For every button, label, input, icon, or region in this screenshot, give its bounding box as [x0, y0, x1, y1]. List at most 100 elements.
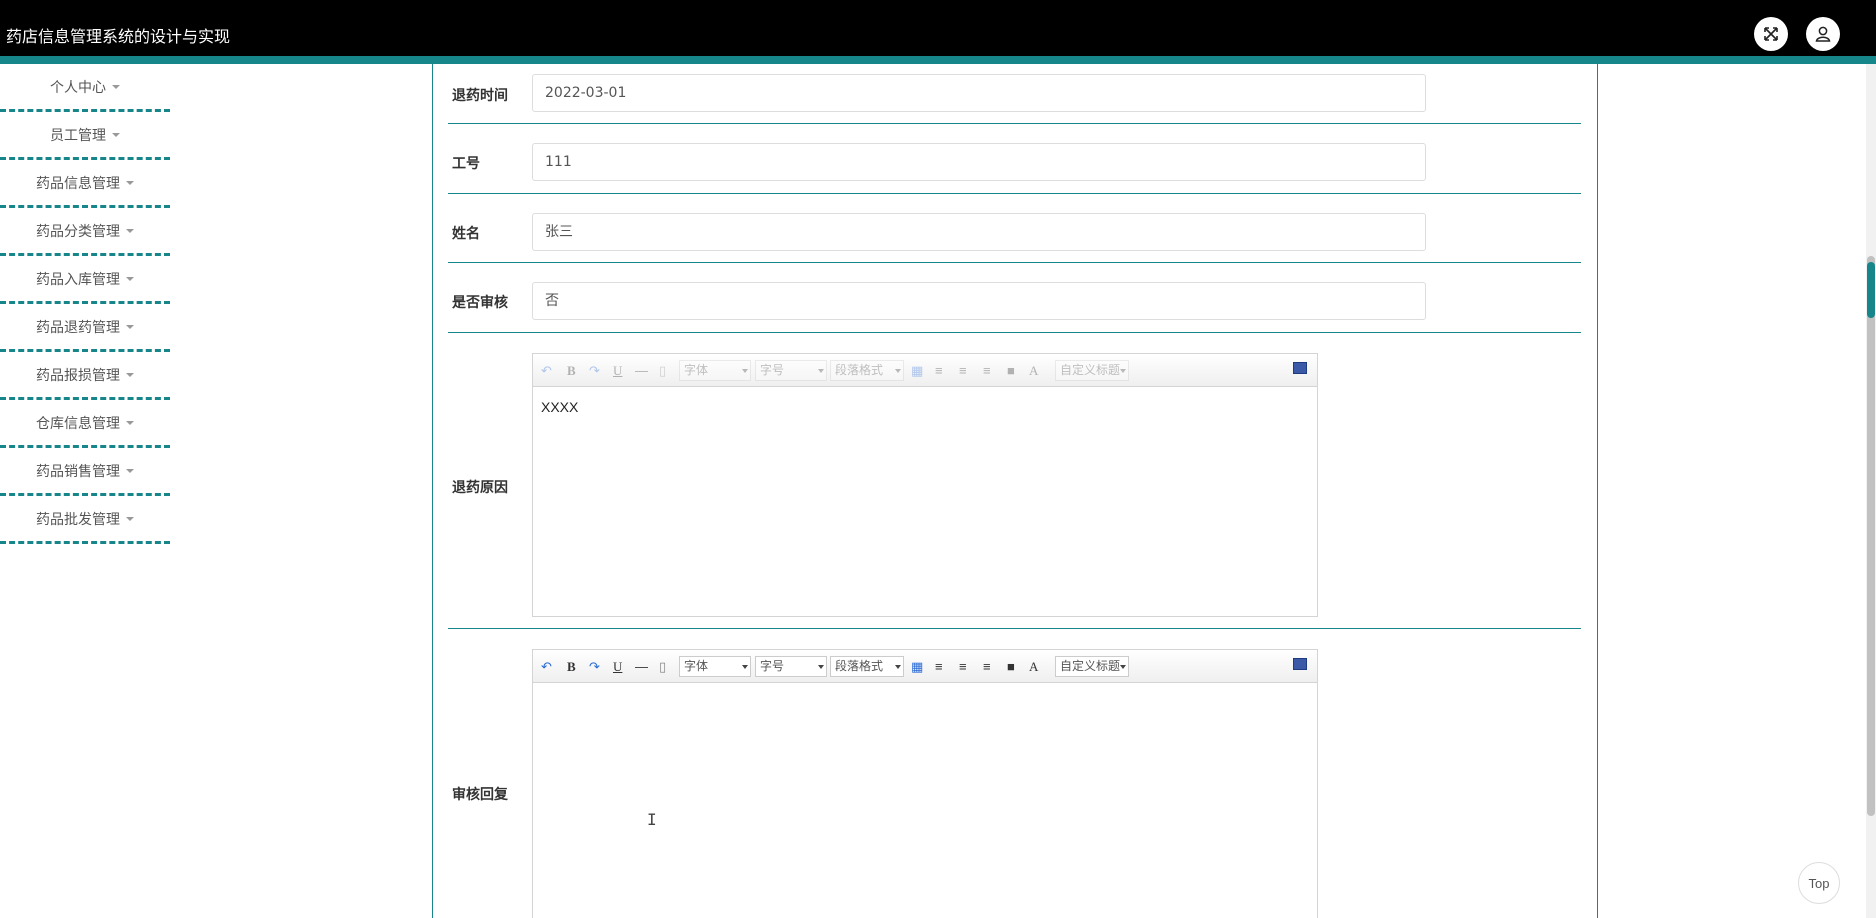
align-right-icon[interactable]: ≡ — [959, 658, 967, 675]
sidebar-item-warehouse[interactable]: 仓库信息管理 — [0, 400, 170, 448]
align-center-icon: ≡ — [983, 363, 991, 378]
review-reply-content[interactable] — [533, 683, 1317, 707]
font-size-select[interactable]: 字号 — [755, 656, 827, 677]
justify-icon: ■ — [1007, 363, 1015, 378]
undo-icon[interactable]: ↶ — [541, 658, 552, 675]
paragraph-select: 段落格式 — [830, 360, 904, 381]
text-cursor-icon: I — [647, 810, 657, 829]
sidebar-item-label: 药品报损管理 — [36, 367, 120, 384]
employee-id-field[interactable]: 111 — [532, 143, 1426, 181]
justify-icon[interactable]: ■ — [1007, 658, 1015, 675]
top-bar-accent — [0, 56, 1876, 64]
sidebar-item-drug-sales[interactable]: 药品销售管理 — [0, 448, 170, 496]
align-right-icon: ≡ — [959, 363, 967, 378]
fullscreen-button[interactable] — [1754, 17, 1788, 51]
chevron-down-icon — [742, 665, 748, 669]
sidebar-item-label: 药品信息管理 — [36, 175, 120, 192]
field-label: 审核回复 — [452, 787, 508, 803]
document-icon[interactable]: ▯ — [659, 658, 666, 675]
sidebar-item-label: 员工管理 — [50, 127, 106, 144]
chevron-down-icon — [895, 665, 901, 669]
field-label: 工号 — [452, 156, 480, 172]
chevron-down-icon — [126, 324, 134, 329]
sidebar-item-label: 个人中心 — [50, 79, 106, 96]
field-label: 是否审核 — [452, 295, 508, 311]
reviewed-field[interactable]: 否 — [532, 282, 1426, 320]
fullscreen-editor-icon[interactable] — [1293, 658, 1307, 670]
chevron-down-icon — [126, 276, 134, 281]
editor-toolbar: ↶ B ↷ U — ▯ 字体 字号 段落格式 ▦ ≡ ≡ ≡ ■ A 自定义标题 — [533, 650, 1317, 683]
back-to-top-button[interactable]: Top — [1798, 862, 1840, 904]
chevron-down-icon — [895, 369, 901, 373]
chevron-down-icon — [126, 180, 134, 185]
bold-button: B — [567, 363, 576, 378]
chevron-down-icon — [1120, 665, 1126, 669]
name-field[interactable]: 张三 — [532, 213, 1426, 251]
form-row-review-reply: 审核回复 ↶ B ↷ U — ▯ 字体 字号 段落格式 ▦ ≡ ≡ ≡ ■ A … — [448, 629, 1581, 918]
chevron-down-icon — [126, 420, 134, 425]
custom-title-select: 自定义标题 — [1055, 360, 1129, 381]
return-reason-content: XXXX — [541, 399, 579, 415]
align-left-icon[interactable]: ≡ — [935, 658, 943, 675]
redo-icon[interactable]: ↷ — [589, 658, 600, 675]
sidebar-item-staff[interactable]: 员工管理 — [0, 112, 170, 160]
font-size-select: 字号 — [755, 360, 827, 381]
table-icon: ▦ — [911, 363, 924, 378]
field-label: 退药原因 — [452, 480, 508, 496]
form-row-employee-id: 工号 111 — [448, 124, 1581, 194]
sidebar-item-drug-inbound[interactable]: 药品入库管理 — [0, 256, 170, 304]
app-title: 药店信息管理系统的设计与实现 — [6, 27, 231, 46]
return-reason-editor: ↶ B ↷ U — ▯ 字体 字号 段落格式 ▦ ≡ ≡ ≡ ■ A 自定义标题… — [532, 353, 1318, 617]
sidebar-item-label: 药品批发管理 — [36, 511, 120, 528]
sidebar-item-label: 仓库信息管理 — [36, 415, 120, 432]
redo-icon: ↷ — [589, 363, 600, 378]
font-color-button[interactable]: A — [1029, 658, 1038, 675]
form-row-name: 姓名 张三 — [448, 194, 1581, 263]
sidebar-item-drug-damage[interactable]: 药品报损管理 — [0, 352, 170, 400]
font-select: 字体 — [679, 360, 751, 381]
font-select[interactable]: 字体 — [679, 656, 751, 677]
chevron-down-icon — [112, 84, 120, 89]
paragraph-select[interactable]: 段落格式 — [830, 656, 904, 677]
bold-button[interactable]: B — [567, 658, 576, 675]
sidebar-item-personal-center[interactable]: 个人中心 — [0, 64, 170, 112]
sidebar-item-drug-category[interactable]: 药品分类管理 — [0, 208, 170, 256]
sidebar-item-label: 药品分类管理 — [36, 223, 120, 240]
chevron-down-icon — [126, 228, 134, 233]
sidebar-item-drug-info[interactable]: 药品信息管理 — [0, 160, 170, 208]
undo-icon: ↶ — [541, 363, 552, 378]
return-time-field[interactable]: 2022-03-01 — [532, 74, 1426, 112]
chevron-down-icon — [742, 369, 748, 373]
horizontal-rule-icon[interactable]: — — [635, 658, 648, 675]
sidebar-item-label: 药品入库管理 — [36, 271, 120, 288]
field-label: 退药时间 — [452, 88, 508, 104]
sidebar-item-drug-wholesale[interactable]: 药品批发管理 — [0, 496, 170, 544]
sidebar: 个人中心 员工管理 药品信息管理 药品分类管理 药品入库管理 药品退药管理 药品… — [0, 64, 170, 544]
sidebar-item-label: 药品销售管理 — [36, 463, 120, 480]
editor-toolbar: ↶ B ↷ U — ▯ 字体 字号 段落格式 ▦ ≡ ≡ ≡ ■ A 自定义标题 — [533, 354, 1317, 387]
field-label: 姓名 — [452, 226, 480, 242]
document-icon: ▯ — [659, 363, 667, 378]
sidebar-item-drug-return[interactable]: 药品退药管理 — [0, 304, 170, 352]
top-bar — [0, 0, 1876, 56]
align-center-icon[interactable]: ≡ — [983, 658, 991, 675]
chevron-down-icon — [126, 372, 134, 377]
chevron-down-icon — [126, 468, 134, 473]
form-row-reviewed: 是否审核 否 — [448, 263, 1581, 333]
underline-button[interactable]: U — [613, 658, 622, 675]
horizontal-rule-icon: — — [635, 363, 648, 378]
review-reply-editor[interactable]: ↶ B ↷ U — ▯ 字体 字号 段落格式 ▦ ≡ ≡ ≡ ■ A 自定义标题 — [532, 649, 1318, 918]
form-row-return-time: 退药时间 2022-03-01 — [448, 64, 1581, 124]
chevron-down-icon — [112, 132, 120, 137]
user-button[interactable] — [1806, 17, 1840, 51]
chevron-down-icon — [126, 516, 134, 521]
scrollbar-thumb[interactable] — [1867, 256, 1875, 816]
align-left-icon: ≡ — [935, 363, 943, 378]
scrollbar-indicator — [1867, 262, 1875, 318]
font-color-button: A — [1029, 363, 1039, 378]
custom-title-select[interactable]: 自定义标题 — [1055, 656, 1129, 677]
chevron-down-icon — [818, 665, 824, 669]
table-icon[interactable]: ▦ — [911, 658, 923, 675]
underline-button: U — [613, 363, 623, 378]
user-icon — [1815, 26, 1831, 42]
